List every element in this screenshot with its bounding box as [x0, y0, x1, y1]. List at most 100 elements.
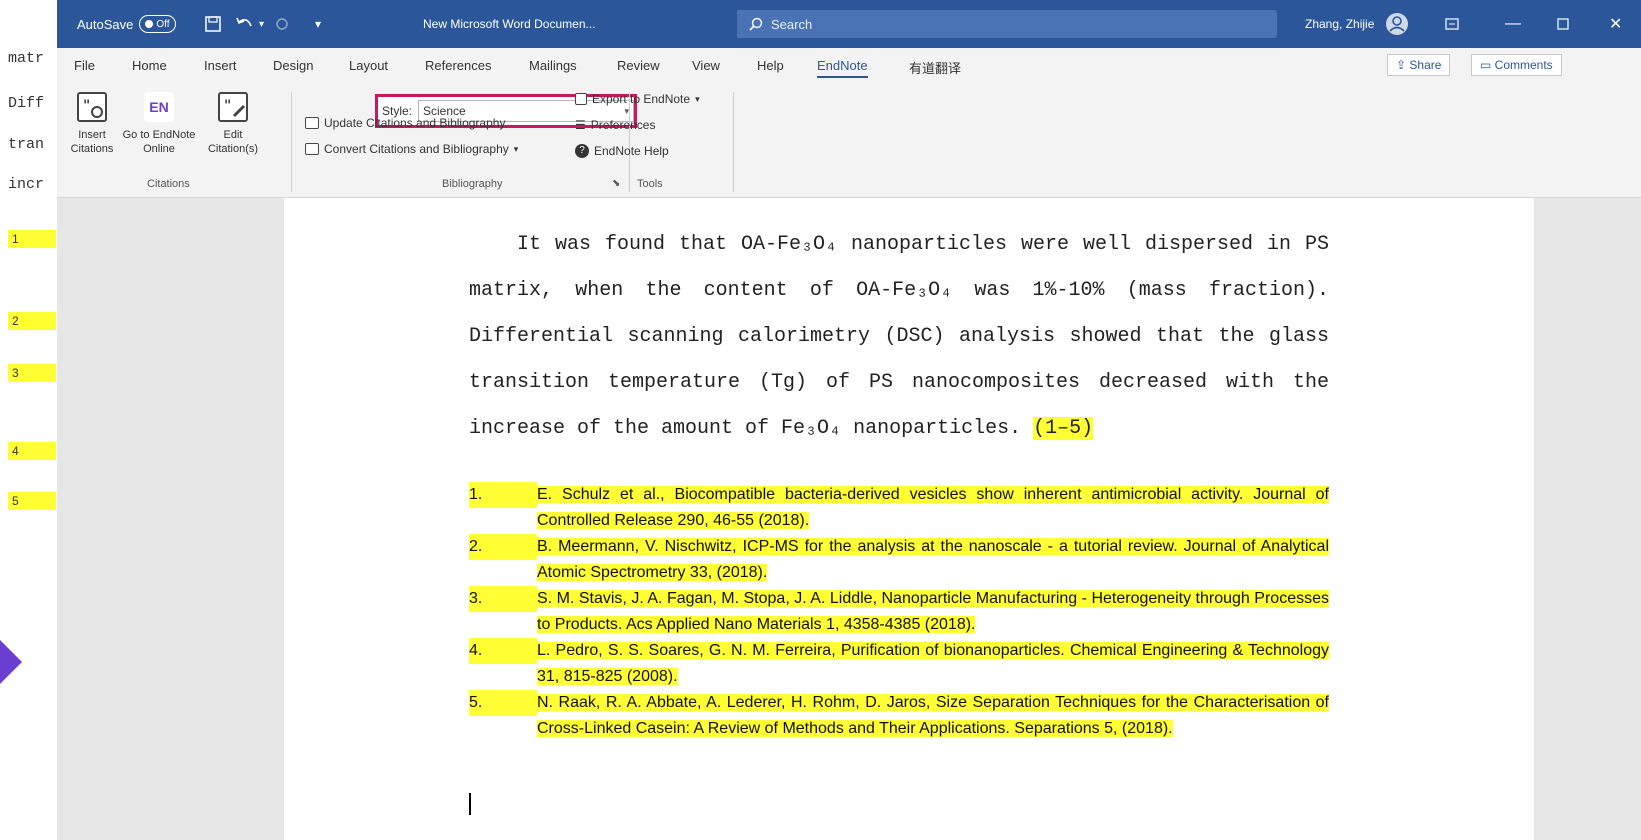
tab-file[interactable]: File — [74, 58, 95, 73]
comments-label: Comments — [1494, 58, 1553, 72]
insert-citation-icon: " — [77, 92, 107, 122]
autosave-switch[interactable]: Off — [139, 15, 176, 33]
save-icon[interactable] — [205, 0, 221, 48]
bg-citation-number: 5 — [8, 492, 56, 510]
search-placeholder: Search — [771, 16, 813, 32]
reference-number: 4. — [469, 638, 537, 664]
bibliography-group-label: Bibliography — [442, 178, 503, 190]
goto-endnote-online-button[interactable]: EN Go to EndNote Online — [119, 92, 199, 156]
share-button[interactable]: ⇪ Share — [1387, 54, 1451, 76]
tools-group-label: Tools — [637, 178, 663, 190]
goto-endnote-online-label: Go to EndNote Online — [122, 129, 196, 155]
tab-layout[interactable]: Layout — [349, 58, 388, 73]
reference-text: B. Meermann, V. Nischwitz, ICP-MS for th… — [537, 538, 1329, 581]
tab-view[interactable]: View — [692, 58, 720, 73]
citation-marker[interactable]: (1–5) — [1033, 417, 1094, 440]
document-title: New Microsoft Word Documen... — [423, 17, 596, 31]
bibliography: 1. E. Schulz et al., Biocompatible bacte… — [469, 482, 1329, 742]
svg-text:": " — [224, 98, 231, 114]
tab-home[interactable]: Home — [132, 58, 167, 73]
update-citations-button[interactable]: Update Citations and Bibliography — [305, 116, 505, 130]
paragraph-text: It was found that OA-Fe₃O₄ nanoparticles… — [469, 233, 1329, 440]
tab-references[interactable]: References — [425, 58, 491, 73]
autosave-toggle[interactable]: AutoSave Off — [77, 0, 176, 48]
undo-icon[interactable] — [235, 0, 255, 48]
chevron-down-icon: ▾ — [695, 93, 700, 104]
title-bar: AutoSave Off ▾ ▾ New Microsoft Word Docu… — [57, 0, 1641, 48]
bg-citation-number: 1 — [8, 230, 56, 248]
update-icon — [305, 117, 319, 129]
user-name[interactable]: Zhang, Zhijie — [1305, 0, 1374, 48]
reference-item[interactable]: 3. S. M. Stavis, J. A. Fagan, M. Stopa, … — [469, 586, 1329, 638]
bg-line: tran — [8, 136, 45, 153]
minimize-icon[interactable]: — — [1505, 0, 1521, 48]
customize-toolbar-icon[interactable]: ▾ — [315, 0, 321, 48]
group-divider — [733, 92, 734, 192]
close-icon[interactable]: ✕ — [1609, 0, 1622, 48]
reference-number: 1. — [469, 482, 537, 508]
tab-mailings[interactable]: Mailings — [529, 58, 577, 73]
switch-knob-icon — [145, 20, 154, 28]
arrow-shape — [0, 640, 22, 684]
bg-line: matr — [8, 50, 45, 67]
reference-number: 3. — [469, 586, 537, 612]
bg-citation-number: 2 — [8, 312, 56, 330]
group-divider — [291, 92, 292, 192]
reference-text: N. Raak, R. A. Abbate, A. Lederer, H. Ro… — [537, 694, 1329, 737]
tab-insert[interactable]: Insert — [204, 58, 237, 73]
comment-icon: ▭ — [1480, 58, 1495, 72]
preferences-button[interactable]: ☰ Preferences — [575, 118, 655, 132]
edit-citation-icon: " — [218, 92, 248, 122]
word-window: AutoSave Off ▾ ▾ New Microsoft Word Docu… — [57, 0, 1641, 840]
export-label: Export to EndNote — [592, 92, 691, 106]
reference-item[interactable]: 1. E. Schulz et al., Biocompatible bacte… — [469, 482, 1329, 534]
avatar[interactable] — [1385, 0, 1409, 48]
ribbon-display-options-icon[interactable] — [1445, 0, 1459, 48]
convert-citations-button[interactable]: Convert Citations and Bibliography ▾ — [305, 142, 518, 156]
endnote-help-button[interactable]: ? EndNote Help — [575, 144, 669, 158]
export-icon — [575, 93, 587, 105]
tab-design[interactable]: Design — [273, 58, 313, 73]
autosave-label: AutoSave — [77, 16, 134, 32]
reference-item[interactable]: 5. N. Raak, R. A. Abbate, A. Lederer, H.… — [469, 690, 1329, 742]
tab-review[interactable]: Review — [617, 58, 660, 73]
autosave-state: Off — [156, 18, 170, 30]
reference-text: S. M. Stavis, J. A. Fagan, M. Stopa, J. … — [537, 590, 1329, 633]
bg-citation-number: 4 — [8, 442, 56, 460]
chevron-down-icon: ▾ — [513, 143, 519, 154]
redo-icon[interactable] — [275, 0, 289, 48]
dialog-launcher-icon[interactable]: ⬊ — [612, 178, 620, 189]
list-icon: ☰ — [575, 118, 586, 132]
svg-text:": " — [83, 98, 90, 114]
tab-endnote[interactable]: EndNote — [817, 58, 868, 78]
bg-line: incr — [8, 176, 45, 193]
convert-citations-label: Convert Citations and Bibliography — [324, 142, 509, 156]
share-label: Share — [1409, 58, 1442, 72]
preferences-label: Preferences — [590, 118, 656, 132]
bg-citation-number: 3 — [8, 364, 56, 382]
tab-help[interactable]: Help — [757, 58, 784, 73]
reference-text: L. Pedro, S. S. Soares, G. N. M. Ferreir… — [537, 642, 1329, 685]
reference-item[interactable]: 4. L. Pedro, S. S. Soares, G. N. M. Ferr… — [469, 638, 1329, 690]
endnote-help-label: EndNote Help — [594, 144, 669, 158]
undo-dropdown-icon[interactable]: ▾ — [259, 0, 264, 48]
ribbon: " Insert Citations EN Go to EndNote Onli… — [57, 86, 1641, 198]
reference-item[interactable]: 2. B. Meermann, V. Nischwitz, ICP-MS for… — [469, 534, 1329, 586]
citations-group-label: Citations — [147, 178, 190, 190]
update-citations-label: Update Citations and Bibliography — [324, 116, 506, 130]
document-page[interactable]: It was found that OA-Fe₃O₄ nanoparticles… — [284, 198, 1534, 840]
insert-citations-button[interactable]: " Insert Citations — [65, 92, 119, 156]
maximize-icon[interactable] — [1557, 0, 1569, 48]
body-paragraph[interactable]: It was found that OA-Fe₃O₄ nanoparticles… — [469, 222, 1329, 452]
edit-citations-button[interactable]: " Edit Citation(s) — [202, 92, 264, 156]
search-input[interactable]: Search — [737, 10, 1277, 38]
ribbon-tabs: File Home Insert Design Layout Reference… — [57, 48, 1641, 86]
tab-youdao-translate[interactable]: 有道翻译 — [909, 58, 961, 77]
comments-button[interactable]: ▭ Comments — [1471, 54, 1562, 76]
group-divider — [629, 92, 630, 192]
share-icon: ⇪ — [1396, 58, 1410, 72]
convert-icon — [305, 143, 319, 155]
export-to-endnote-button[interactable]: Export to EndNote ▾ — [575, 92, 700, 106]
insert-citations-label: Insert Citations — [70, 129, 114, 155]
bg-line: Diff — [8, 95, 45, 112]
